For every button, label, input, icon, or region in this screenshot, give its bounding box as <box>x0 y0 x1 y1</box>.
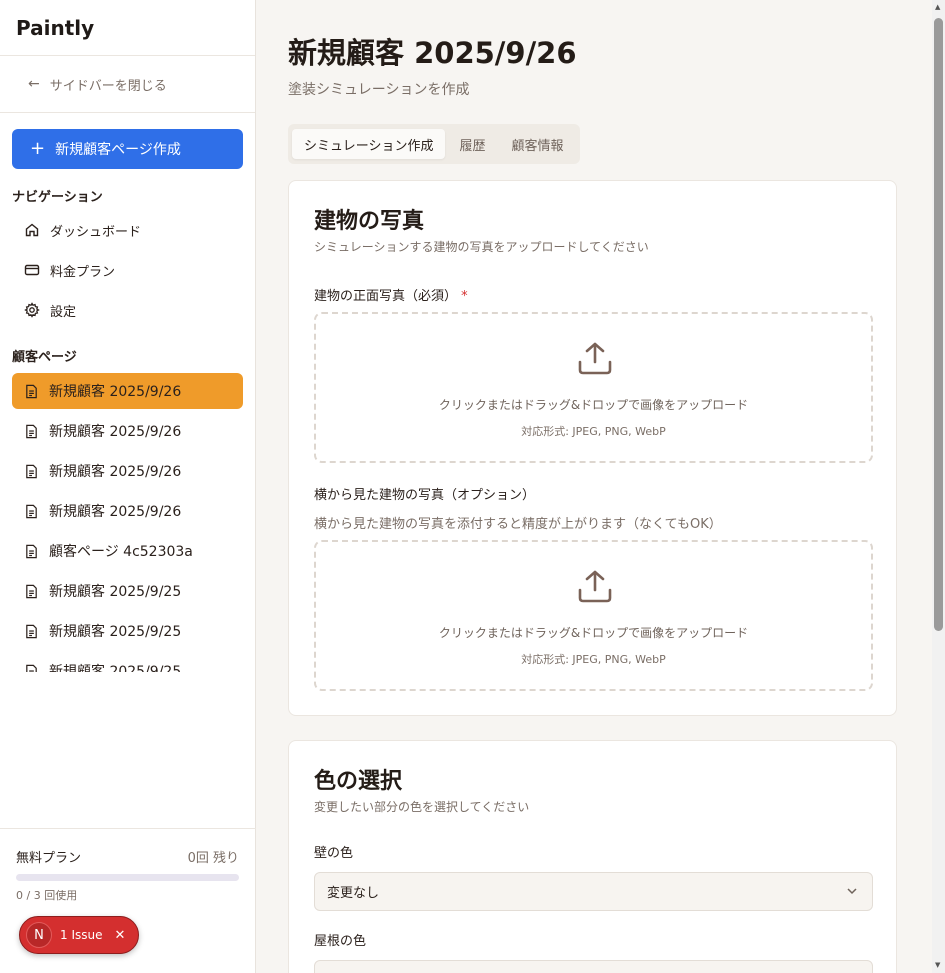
wall-color-select[interactable]: 変更なし <box>314 872 873 911</box>
credit-card-icon <box>24 264 40 276</box>
customer-page-label: 顧客ページ 4c52303a <box>49 544 193 560</box>
photo-card: 建物の写真 シミュレーションする建物の写真をアップロードしてください 建物の正面… <box>288 180 897 716</box>
customer-page-item[interactable]: 顧客ページ 4c52303a <box>12 533 243 569</box>
customer-page-label: 新規顧客 2025/9/26 <box>49 384 182 400</box>
customer-pages-section-title: 顧客ページ <box>12 350 77 365</box>
required-mark: * <box>461 289 468 304</box>
customer-page-label: 新規顧客 2025/9/26 <box>49 504 182 520</box>
new-customer-page-button[interactable]: + 新規顧客ページ作成 <box>12 129 243 169</box>
customer-page-item[interactable]: 新規顧客 2025/9/25 <box>12 653 243 672</box>
tab-customer-info[interactable]: 顧客情報 <box>500 129 576 159</box>
plan-remaining: 0回 残り <box>187 851 239 866</box>
customer-page-label: 新規顧客 2025/9/25 <box>49 664 182 672</box>
file-text-icon <box>26 664 37 672</box>
issue-label: 1 Issue <box>60 928 103 942</box>
arrow-left-icon: ← <box>28 76 40 92</box>
front-photo-label: 建物の正面写真（必須） * <box>314 285 468 304</box>
issue-avatar: N <box>26 922 52 948</box>
file-text-icon <box>26 424 37 438</box>
scrollbar-thumb[interactable] <box>934 18 943 631</box>
upload-icon <box>578 342 612 375</box>
tab-list: シミュレーション作成 履歴 顧客情報 <box>288 124 580 164</box>
color-card-desc: 変更したい部分の色を選択してください <box>314 800 530 814</box>
brand-logo: Paintly <box>0 0 255 56</box>
customer-page-item[interactable]: 新規顧客 2025/9/26 <box>12 453 243 489</box>
new-customer-page-label: 新規顧客ページ作成 <box>55 142 181 158</box>
front-photo-dropzone[interactable]: クリックまたはドラッグ&ドロップで画像をアップロード 対応形式: JPEG, P… <box>314 312 873 463</box>
page-title: 新規顧客 2025/9/26 <box>288 36 577 70</box>
usage-progress-bar <box>16 874 239 881</box>
upload-formats: 対応形式: JPEG, PNG, WebP <box>521 653 666 666</box>
scroll-down-icon[interactable]: ▼ <box>935 961 940 969</box>
customer-page-item[interactable]: 新規顧客 2025/9/25 <box>12 573 243 609</box>
main-content: 新規顧客 2025/9/26 塗装シミュレーションを作成 シミュレーション作成 … <box>256 0 932 973</box>
tab-history[interactable]: 履歴 <box>447 129 497 159</box>
upload-icon <box>578 570 612 603</box>
customer-page-label: 新規顧客 2025/9/25 <box>49 584 182 600</box>
photo-card-desc: シミュレーションする建物の写真をアップロードしてください <box>314 240 649 254</box>
color-card: 色の選択 変更したい部分の色を選択してください 壁の色 変更なし 屋根の色 <box>288 740 897 973</box>
upload-formats: 対応形式: JPEG, PNG, WebP <box>521 425 666 438</box>
page-scrollbar[interactable]: ▲ ▼ <box>932 0 945 973</box>
sidebar-item-label: 設定 <box>50 304 77 320</box>
sidebar: Paintly ← サイドバーを閉じる + 新規顧客ページ作成 ナビゲーション … <box>0 0 256 973</box>
upload-instruction: クリックまたはドラッグ&ドロップで画像をアップロード <box>438 626 749 640</box>
roof-color-select[interactable] <box>314 960 873 973</box>
close-sidebar-button[interactable]: ← サイドバーを閉じる <box>0 56 255 113</box>
sidebar-item-settings[interactable]: 設定 <box>12 292 243 328</box>
scroll-up-icon[interactable]: ▲ <box>935 3 940 11</box>
sidebar-item-label: ダッシュボード <box>50 224 142 240</box>
nav-section-title: ナビゲーション <box>12 190 103 205</box>
color-card-title: 色の選択 <box>314 769 403 794</box>
customer-page-item[interactable]: 新規顧客 2025/9/25 <box>12 613 243 649</box>
file-text-icon <box>26 584 37 598</box>
tab-simulation[interactable]: シミュレーション作成 <box>292 129 446 159</box>
customer-page-label: 新規顧客 2025/9/26 <box>49 424 182 440</box>
upload-instruction: クリックまたはドラッグ&ドロップで画像をアップロード <box>438 398 749 412</box>
usage-text: 0 / 3 回使用 <box>16 889 78 902</box>
sidebar-item-label: 料金プラン <box>50 264 116 280</box>
customer-page-item-active[interactable]: 新規顧客 2025/9/26 <box>12 373 243 409</box>
side-photo-dropzone[interactable]: クリックまたはドラッグ&ドロップで画像をアップロード 対応形式: JPEG, P… <box>314 540 873 691</box>
customer-page-label: 新規顧客 2025/9/25 <box>49 624 182 640</box>
roof-color-label: 屋根の色 <box>314 934 367 949</box>
close-icon[interactable]: ✕ <box>114 928 125 943</box>
wall-color-value: 変更なし <box>327 886 380 901</box>
file-text-icon <box>26 464 37 478</box>
sidebar-item-dashboard[interactable]: ダッシュボード <box>12 212 243 248</box>
front-photo-label-text: 建物の正面写真（必須） <box>314 289 458 304</box>
file-text-icon <box>26 624 37 638</box>
wall-color-label: 壁の色 <box>314 846 354 861</box>
side-photo-label: 横から見た建物の写真（オプション） <box>314 488 536 503</box>
file-text-icon <box>26 504 37 518</box>
file-text-icon <box>26 544 37 558</box>
close-sidebar-label: サイドバーを閉じる <box>49 78 167 94</box>
sidebar-item-pricing[interactable]: 料金プラン <box>12 252 243 288</box>
plus-icon: + <box>30 138 46 159</box>
chevron-down-icon <box>847 888 857 895</box>
side-photo-hint: 横から見た建物の写真を添付すると精度が上がります（なくてもOK） <box>314 517 722 532</box>
plan-name: 無料プラン <box>16 851 82 866</box>
customer-page-label: 新規顧客 2025/9/26 <box>49 464 182 480</box>
customer-page-item[interactable]: 新規顧客 2025/9/26 <box>12 493 243 529</box>
issue-badge[interactable]: N 1 Issue ✕ <box>19 916 139 954</box>
customer-pages-list[interactable]: 新規顧客 2025/9/26 新規顧客 2025/9/26 新規顧客 2025/… <box>0 372 256 672</box>
gear-icon <box>24 302 40 318</box>
file-text-icon <box>26 384 37 398</box>
home-icon <box>25 223 39 237</box>
photo-card-title: 建物の写真 <box>314 209 425 234</box>
customer-page-item[interactable]: 新規顧客 2025/9/26 <box>12 413 243 449</box>
page-subtitle: 塗装シミュレーションを作成 <box>288 82 470 98</box>
